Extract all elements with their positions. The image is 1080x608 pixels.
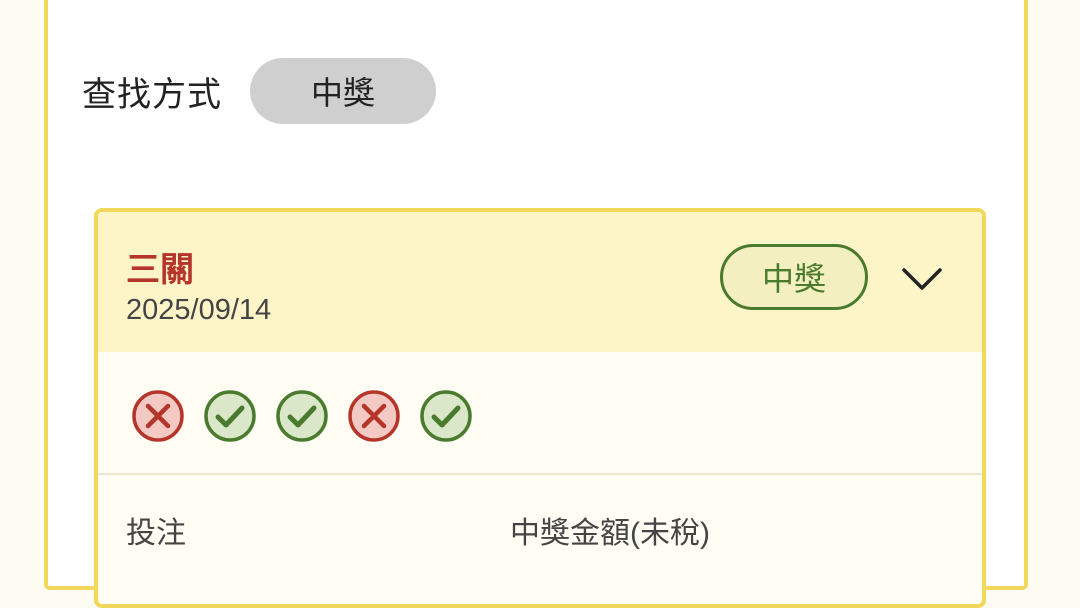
search-method-row: 查找方式 中獎 — [82, 58, 436, 124]
result-marks — [130, 388, 474, 444]
result-card: 三關 2025/09/14 中獎 投注 中獎金額(未稅) — [94, 208, 986, 608]
result-card-header[interactable]: 三關 2025/09/14 中獎 — [98, 212, 982, 352]
search-method-label: 查找方式 — [82, 75, 222, 114]
prize-amount-column-label: 中獎金額(未稅) — [510, 517, 710, 550]
divider — [98, 473, 982, 475]
search-method-pill[interactable]: 中獎 — [250, 58, 436, 124]
draw-date: 2025/09/14 — [126, 294, 272, 326]
status-badge: 中獎 — [720, 244, 868, 310]
bet-column-label: 投注 — [126, 517, 186, 550]
cross-circle-icon — [348, 390, 400, 442]
cross-circle-icon — [132, 390, 184, 442]
check-circle-icon — [276, 390, 328, 442]
chevron-down-icon[interactable] — [900, 264, 944, 294]
check-circle-icon — [420, 390, 472, 442]
game-name: 三關 — [126, 251, 194, 289]
check-circle-icon — [204, 390, 256, 442]
